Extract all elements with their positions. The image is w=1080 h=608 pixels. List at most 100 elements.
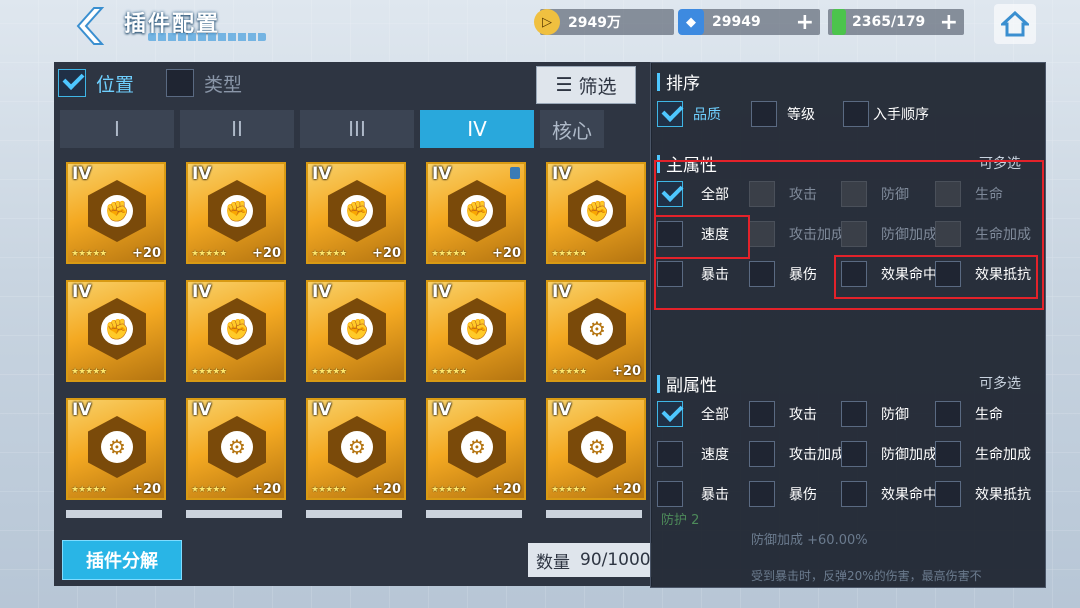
plugin-level: +20 xyxy=(492,482,521,497)
sub-attr-label: 攻击加成 xyxy=(789,447,845,463)
screen-button[interactable]: ☰ 筛选 xyxy=(536,66,636,104)
highlight-speed xyxy=(654,215,750,259)
back-arrow-icon[interactable] xyxy=(72,6,106,46)
plugin-card[interactable]: IV ✊ ★★★★★ xyxy=(66,280,166,382)
plugin-emblem-icon: ✊ xyxy=(101,313,133,345)
plugin-emblem-icon: ⚙ xyxy=(461,431,493,463)
sub-attr-label: 暴伤 xyxy=(789,487,817,503)
sub-attr-option[interactable]: 攻击加成 xyxy=(749,441,845,467)
plugin-stars: ★★★★★ xyxy=(71,367,107,377)
sub-attr-checkbox[interactable] xyxy=(935,481,961,507)
bg-text-effect: 受到暴击时，反弹20%的伤害，最高伤害不 xyxy=(751,569,982,583)
sub-attr-option[interactable]: 暴击 xyxy=(657,481,729,507)
plugin-card[interactable]: IV ✊ ★★★★★ +20 xyxy=(306,162,406,264)
plugin-stars: ★★★★★ xyxy=(191,249,227,259)
plugin-card[interactable]: IV ✊ ★★★★★ +20 xyxy=(66,162,166,264)
add-crystal-button[interactable]: + xyxy=(796,10,814,35)
add-battery-button[interactable]: + xyxy=(940,10,958,35)
sort-level-checkbox[interactable] xyxy=(751,101,777,127)
plugin-emblem-icon: ✊ xyxy=(341,313,373,345)
resource-tape-value: 2949万 xyxy=(568,15,621,31)
type-filter-label: 类型 xyxy=(204,73,243,96)
sub-attr-option[interactable]: 暴伤 xyxy=(749,481,817,507)
plugin-card[interactable]: IV ⚙ ★★★★★ +20 xyxy=(546,398,646,500)
quantity-value: 90/1000 xyxy=(580,550,651,570)
sub-attr-option[interactable]: 攻击 xyxy=(749,401,817,427)
sub-attr-option[interactable]: 防御加成 xyxy=(841,441,937,467)
sub-attr-option[interactable]: 生命加成 xyxy=(935,441,1031,467)
resource-battery-value: 2365/179 xyxy=(852,14,926,30)
sub-attr-checkbox[interactable] xyxy=(749,441,775,467)
plugin-tier: IV xyxy=(192,400,212,420)
plugin-emblem-icon: ✊ xyxy=(461,313,493,345)
plugin-grid: IV ✊ ★★★★★ +20 IV ✊ ★★★★★ +20 IV ✊ ★★★★★ +20 IV ✊ ★★★★… xyxy=(66,162,654,500)
tab-tier-2[interactable]: II xyxy=(180,110,294,148)
plugin-stars: ★★★★★ xyxy=(71,249,107,259)
filter-panel: 排序 品质 等级 入手顺序 主属性 可多选 全部 攻击 防御 生命 速度 攻击加成 防御加成… xyxy=(650,62,1046,588)
quantity-display: 数量 90/1000 xyxy=(528,543,652,577)
plugin-stars: ★★★★★ xyxy=(311,485,347,495)
plugin-card[interactable]: IV ⚙ ★★★★★ +20 xyxy=(546,280,646,382)
plugin-tier: IV xyxy=(432,282,452,302)
sub-attr-option[interactable]: 生命 xyxy=(935,401,1003,427)
sub-attr-checkbox[interactable] xyxy=(935,441,961,467)
sub-attr-option[interactable]: 全部 xyxy=(657,401,729,427)
sub-attr-label: 生命加成 xyxy=(975,447,1031,463)
position-checkbox[interactable] xyxy=(58,69,86,97)
sub-attr-checkbox[interactable] xyxy=(935,401,961,427)
sub-attr-option[interactable]: 防御 xyxy=(841,401,909,427)
plugin-tier: IV xyxy=(552,400,572,420)
plugin-card[interactable]: IV ✊ ★★★★★ +20 xyxy=(426,162,526,264)
sub-attr-checkbox[interactable] xyxy=(841,401,867,427)
plugin-card[interactable]: IV ✊ ★★★★★ xyxy=(546,162,646,264)
sub-attr-checkbox[interactable] xyxy=(657,441,683,467)
screen-button-label: 筛选 xyxy=(578,75,617,98)
plugin-card[interactable]: IV ⚙ ★★★★★ +20 xyxy=(186,398,286,500)
home-button[interactable] xyxy=(994,4,1036,44)
sub-attr-checkbox[interactable] xyxy=(749,401,775,427)
position-filter-label: 位置 xyxy=(96,73,135,96)
sort-quality-option[interactable]: 品质 xyxy=(657,101,721,127)
sub-attr-checkbox[interactable] xyxy=(841,481,867,507)
sub-attr-option[interactable]: 速度 xyxy=(657,441,729,467)
sub-attr-label: 速度 xyxy=(701,447,729,463)
sub-attr-option[interactable]: 效果命中 xyxy=(841,481,937,507)
decompose-button[interactable]: 插件分解 xyxy=(62,540,182,580)
sub-attr-multi-hint: 可多选 xyxy=(979,376,1021,392)
plugin-card[interactable]: IV ✊ ★★★★★ xyxy=(306,280,406,382)
grid-next-row-partial xyxy=(66,510,642,518)
plugin-card[interactable]: IV ⚙ ★★★★★ +20 xyxy=(66,398,166,500)
sub-attr-checkbox[interactable] xyxy=(841,441,867,467)
plugin-card[interactable]: IV ⚙ ★★★★★ +20 xyxy=(426,398,526,500)
sort-section-title: 排序 xyxy=(657,69,700,94)
sub-attr-checkbox[interactable] xyxy=(657,481,683,507)
sub-attr-checkbox[interactable] xyxy=(657,401,683,427)
tab-core[interactable]: 核心 xyxy=(540,110,604,148)
plugin-tier: IV xyxy=(72,164,92,184)
sort-acquire-option[interactable]: 入手顺序 xyxy=(843,101,929,127)
home-icon xyxy=(1001,11,1029,37)
type-checkbox[interactable] xyxy=(166,69,195,97)
title-decoration xyxy=(148,33,266,41)
plugin-card[interactable]: IV ✊ ★★★★★ xyxy=(426,280,526,382)
sub-attr-checkbox[interactable] xyxy=(749,481,775,507)
plugin-stars: ★★★★★ xyxy=(311,367,347,377)
plugin-tier: IV xyxy=(192,164,212,184)
plugin-emblem-icon: ✊ xyxy=(461,195,493,227)
plugin-emblem-icon: ✊ xyxy=(221,195,253,227)
plugin-card[interactable]: IV ⚙ ★★★★★ +20 xyxy=(306,398,406,500)
sort-level-option[interactable]: 等级 xyxy=(751,101,815,127)
plugin-card[interactable]: IV ✊ ★★★★★ +20 xyxy=(186,162,286,264)
plugin-level: +20 xyxy=(372,482,401,497)
plugin-emblem-icon: ✊ xyxy=(221,313,253,345)
sub-attr-option[interactable]: 效果抵抗 xyxy=(935,481,1031,507)
tab-tier-4[interactable]: IV xyxy=(420,110,534,148)
resource-battery: 2365/179 + xyxy=(828,9,964,35)
sort-quality-checkbox[interactable] xyxy=(657,101,683,127)
sub-attr-label: 防御加成 xyxy=(881,447,937,463)
plugin-card[interactable]: IV ✊ ★★★★★ xyxy=(186,280,286,382)
tab-tier-3[interactable]: III xyxy=(300,110,414,148)
highlight-effect xyxy=(834,255,1038,299)
tab-tier-1[interactable]: I xyxy=(60,110,174,148)
sort-acquire-checkbox[interactable] xyxy=(843,101,869,127)
